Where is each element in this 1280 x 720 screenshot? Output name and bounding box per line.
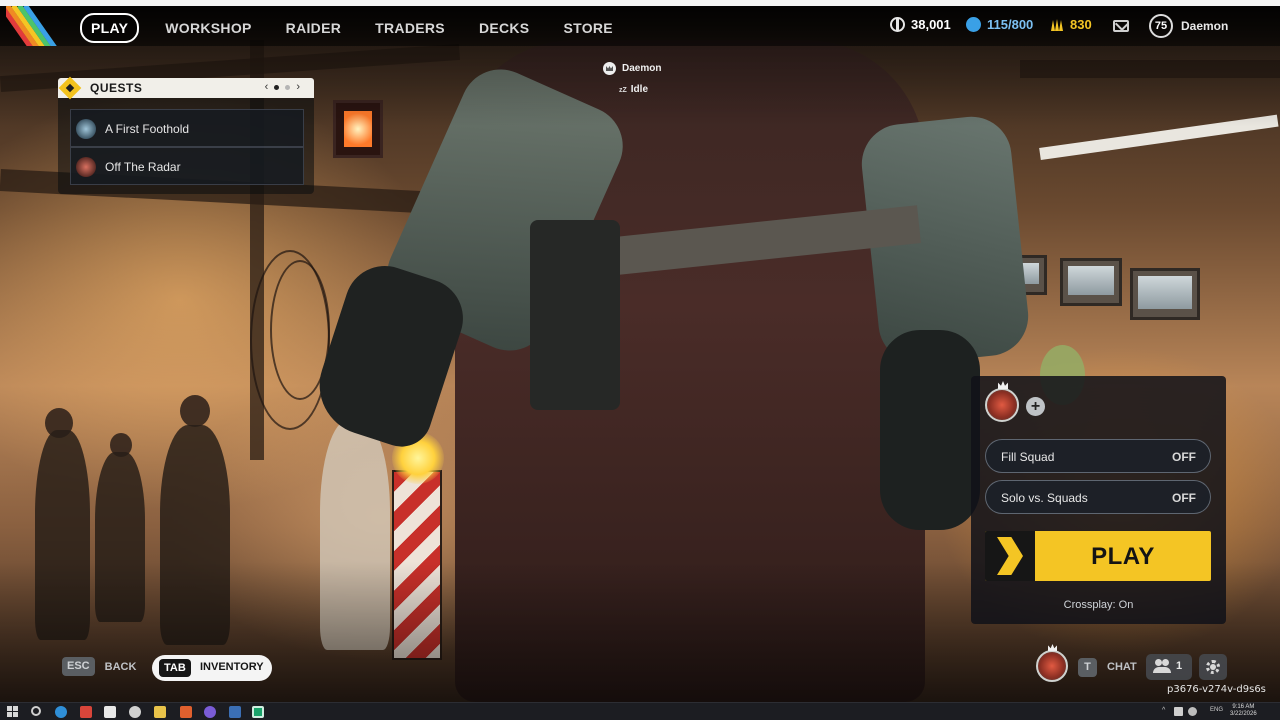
calendar-icon[interactable] [104,706,116,718]
search-icon[interactable] [31,706,41,716]
game-logo-icon [6,6,70,46]
squad-panel: + Fill Squad OFF Solo vs. Squads OFF PLA… [971,376,1226,624]
coins-display[interactable]: 38,001 [890,17,951,32]
mail-icon[interactable] [1113,20,1129,32]
cred-display[interactable]: 115/800 [966,17,1033,32]
player-status-text: Idle [630,84,649,95]
solo-vs-squads-toggle[interactable]: Solo vs. Squads OFF [985,480,1211,514]
esc-key: ESC [62,657,95,676]
crown-icon [603,62,616,75]
player-nameplate: Daemon [603,62,661,75]
invite-player-button[interactable]: + [1026,397,1045,416]
quests-pager: ‹ › [265,81,300,93]
app-icon-blue[interactable] [229,706,241,718]
quest-label: A First Foothold [105,122,190,136]
quest-item[interactable]: A First Foothold [70,109,304,147]
quests-page-dot-1[interactable] [274,84,280,90]
brave-browser-icon[interactable] [180,706,192,718]
squad-leader-avatar[interactable] [985,388,1019,422]
friends-icon [1153,659,1171,673]
tokens-display[interactable]: 830 [1049,17,1092,32]
clock-date: 3/22/2026 [1230,711,1257,717]
back-label: BACK [104,660,137,673]
quests-page-dot-2[interactable] [285,84,291,90]
coins-icon [890,17,905,32]
app-icon-red[interactable] [80,706,92,718]
friends-count: 1 [1176,660,1183,672]
network-icon[interactable] [1174,707,1183,716]
fill-squad-value: OFF [1172,450,1196,464]
sleep-icon: zZ [619,87,627,94]
quests-icon [58,76,82,100]
fill-squad-toggle[interactable]: Fill Squad OFF [985,439,1211,473]
discord-icon[interactable] [204,706,216,718]
gear-icon [1206,660,1220,674]
clock-time: 9:16 AM [1232,704,1255,710]
back-hint[interactable]: ESC BACK [62,657,136,676]
nav-play[interactable]: PLAY [80,13,140,43]
coins-value: 38,001 [911,17,951,32]
quests-header: QUESTS ‹ › [58,76,314,100]
edge-browser-icon[interactable] [55,706,67,718]
inventory-label: INVENTORY [200,661,264,673]
nav-traders[interactable]: TRADERS [375,15,445,41]
solo-vs-squads-label: Solo vs. Squads [1001,491,1088,505]
game-taskbar-icon[interactable] [252,706,264,718]
quests-next-button[interactable]: › [296,81,300,93]
play-button-label: PLAY [1091,543,1155,570]
quests-title: QUESTS [90,81,143,95]
player-status: zZ Idle [619,84,648,95]
cred-value: 115/800 [987,17,1034,32]
quest-item[interactable]: Off The Radar [70,147,304,185]
tokens-icon [1049,17,1064,32]
play-button[interactable]: PLAY [985,531,1211,581]
os-taskbar: ^ ENG 9:16 AM 3/22/2026 [0,702,1280,720]
session-id: p3676-v274v-d9s6s [1167,684,1266,695]
nav-raider[interactable]: RAIDER [286,15,341,41]
language-indicator[interactable]: ENG [1210,707,1223,713]
chat-key: T [1078,658,1097,677]
player-tag-name: Daemon [622,63,662,75]
quest-portrait-icon [76,119,96,139]
friends-button[interactable]: 1 [1146,654,1192,680]
tab-key: TAB [159,659,191,677]
settings-button[interactable] [1199,654,1227,680]
nav-store[interactable]: STORE [563,15,612,41]
cred-icon [966,17,981,32]
tokens-value: 830 [1070,17,1092,32]
inventory-button[interactable]: TAB INVENTORY [152,655,272,681]
file-explorer-icon[interactable] [154,706,166,718]
volume-icon[interactable] [1188,707,1197,716]
windows-start-icon[interactable] [7,706,19,718]
nav-workshop[interactable]: WORKSHOP [165,15,251,41]
party-avatar[interactable] [1036,650,1068,682]
play-arrow-icon [985,531,1035,581]
chat-button[interactable]: CHAT [1107,661,1137,673]
nav-decks[interactable]: DECKS [479,15,530,41]
quests-panel: QUESTS ‹ › A First Foothold Off The Rada… [58,76,314,194]
main-nav: PLAY WORKSHOP RAIDER TRADERS DECKS STORE [80,13,647,43]
solo-vs-squads-value: OFF [1172,491,1196,505]
quests-prev-button[interactable]: ‹ [265,81,269,93]
system-clock[interactable]: 9:16 AM 3/22/2026 [1230,704,1257,718]
clock-icon[interactable] [129,706,141,718]
fill-squad-label: Fill Squad [1001,450,1055,464]
quest-label: Off The Radar [105,160,181,174]
crossplay-status: Crossplay: On [1063,599,1134,611]
player-level-badge: 75 [1149,14,1173,38]
tray-chevron-icon[interactable]: ^ [1162,707,1171,716]
quest-portrait-icon [76,157,96,177]
profile-name[interactable]: Daemon [1181,19,1228,33]
